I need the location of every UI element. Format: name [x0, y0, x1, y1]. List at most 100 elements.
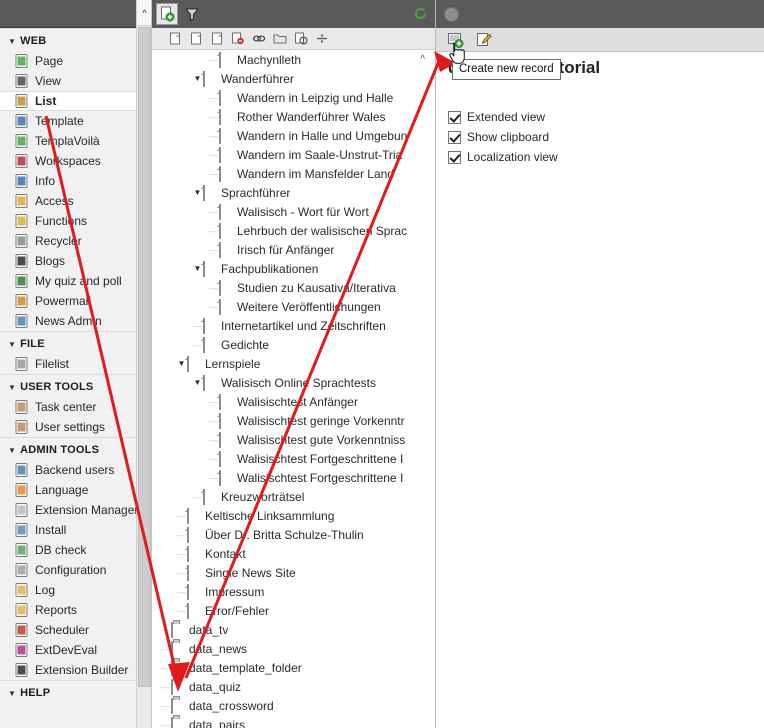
- page-tree-node[interactable]: — Rother Wanderführer Wales: [152, 107, 435, 126]
- page-tree-node[interactable]: ▼ Sprachführer: [152, 183, 435, 202]
- page-default-icon[interactable]: [164, 29, 185, 49]
- sidebar-item-task-center[interactable]: Task center: [0, 397, 151, 417]
- page-tree-node[interactable]: ▼ Wanderführer: [152, 69, 435, 88]
- sidebar-item-functions[interactable]: Functions: [0, 211, 151, 231]
- page-tree-node[interactable]: — Weitere Veröffentlichungen: [152, 297, 435, 316]
- tree-line: —: [209, 396, 218, 407]
- sidebar-item-backend-users[interactable]: Backend users: [0, 460, 151, 480]
- folder-icon[interactable]: [269, 29, 290, 49]
- sidebar-item-list[interactable]: List: [0, 91, 151, 111]
- page-tree-node[interactable]: — Internetartikel und Zeitschriften: [152, 316, 435, 335]
- sidebar-item-news-admin[interactable]: News Admin: [0, 311, 151, 331]
- option-extended-view[interactable]: Extended view: [448, 110, 558, 124]
- option-localization-view[interactable]: Localization view: [448, 150, 558, 164]
- page-tree-node[interactable]: — data_template_folder: [152, 658, 435, 677]
- module-section-help[interactable]: ▼ HELP: [0, 680, 151, 703]
- page-tree-node[interactable]: — Wandern in Halle und Umgebun: [152, 126, 435, 145]
- sidebar-item-blogs[interactable]: Blogs: [0, 251, 151, 271]
- module-section-file[interactable]: ▼ FILE: [0, 331, 151, 354]
- page-tree-node[interactable]: — Walisischtest geringe Vorkenntr: [152, 411, 435, 430]
- sidebar-item-install[interactable]: Install: [0, 520, 151, 540]
- new-page-icon[interactable]: [156, 3, 178, 25]
- page-recycler-icon[interactable]: [290, 29, 311, 49]
- sidebar-item-template[interactable]: Template: [0, 111, 151, 131]
- collapse-toggle-icon[interactable]: ▼: [192, 74, 203, 83]
- page-tree-node[interactable]: — Walisischtest Fortgeschrittene I: [152, 468, 435, 487]
- page-tree-node[interactable]: — Walisisch - Wort für Wort: [152, 202, 435, 221]
- page-tree-node[interactable]: — Über Dr. Britta Schulze-Thulin: [152, 525, 435, 544]
- sidebar-item-reports[interactable]: Reports: [0, 600, 151, 620]
- page-shortcut-icon[interactable]: [185, 29, 206, 49]
- page-tree-node[interactable]: — Wandern im Saale-Unstrut-Tria: [152, 145, 435, 164]
- page-tree-node[interactable]: — Walisischtest gute Vorkenntniss: [152, 430, 435, 449]
- checkbox[interactable]: [448, 110, 461, 124]
- help-icon[interactable]: [444, 6, 459, 22]
- page-tree-node[interactable]: — data_crossword: [152, 696, 435, 715]
- filter-icon[interactable]: [181, 3, 203, 25]
- page-tree-node[interactable]: — Irisch für Anfänger: [152, 240, 435, 259]
- page-tree-node[interactable]: — data_news: [152, 639, 435, 658]
- sidebar-item-recycler[interactable]: Recycler: [0, 231, 151, 251]
- sidebar-item-info[interactable]: Info: [0, 171, 151, 191]
- checkbox[interactable]: [448, 130, 461, 144]
- page-tree-node[interactable]: — data_tv: [152, 620, 435, 639]
- page-tree-node[interactable]: ▼ Lernspiele: [152, 354, 435, 373]
- tree-scroll-up-icon[interactable]: ^: [420, 54, 425, 65]
- refresh-icon[interactable]: [414, 7, 427, 23]
- module-menu-scrollbar[interactable]: ^: [136, 0, 151, 728]
- sidebar-item-view[interactable]: View: [0, 71, 151, 91]
- page-tree-node[interactable]: — Machynlleth: [152, 50, 435, 69]
- sidebar-item-access[interactable]: Access: [0, 191, 151, 211]
- sidebar-item-page[interactable]: Page: [0, 51, 151, 71]
- edit-page-properties-icon[interactable]: [471, 30, 495, 50]
- page-not-in-menu-icon[interactable]: [227, 29, 248, 49]
- sidebar-item-scheduler[interactable]: Scheduler: [0, 620, 151, 640]
- page-tree-node[interactable]: — Kontakt: [152, 544, 435, 563]
- sidebar-item-workspaces[interactable]: Workspaces: [0, 151, 151, 171]
- collapse-toggle-icon[interactable]: ▼: [176, 359, 187, 368]
- sidebar-item-my-quiz-and-poll[interactable]: My quiz and poll: [0, 271, 151, 291]
- collapse-toggle-icon[interactable]: ▼: [192, 188, 203, 197]
- page-tree-node[interactable]: — Impressum: [152, 582, 435, 601]
- sidebar-item-templavoil[interactable]: TemplaVoilà: [0, 131, 151, 151]
- sidebar-item-db-check[interactable]: DB check: [0, 540, 151, 560]
- sidebar-item-log[interactable]: Log: [0, 580, 151, 600]
- page-tree-node[interactable]: — Wandern in Leipzig und Halle: [152, 88, 435, 107]
- collapse-toggle-icon[interactable]: ▼: [192, 264, 203, 273]
- page-tree-node[interactable]: — Keltische Linksammlung: [152, 506, 435, 525]
- page-external-url-icon[interactable]: [248, 29, 269, 49]
- sidebar-item-powermail[interactable]: Powermail: [0, 291, 151, 311]
- page-tree-node[interactable]: — Walisischtest Fortgeschrittene I: [152, 449, 435, 468]
- page-tree-node[interactable]: — Single News Site: [152, 563, 435, 582]
- sidebar-item-user-settings[interactable]: User settings: [0, 417, 151, 437]
- page-tree-body[interactable]: ^ — Machynlleth ▼ Wanderführer — Wandern in L…: [152, 50, 435, 728]
- collapse-toggle-icon[interactable]: ▼: [192, 378, 203, 387]
- page-tree-node[interactable]: — data_pairs: [152, 715, 435, 728]
- page-tree-node[interactable]: ▼ Fachpublikationen: [152, 259, 435, 278]
- page-tree-node[interactable]: — Wandern im Mansfelder Land: [152, 164, 435, 183]
- page-tree-node[interactable]: — Walisischtest Anfänger: [152, 392, 435, 411]
- page-separator-icon[interactable]: [311, 29, 332, 49]
- module-section-web[interactable]: ▼ WEB: [0, 28, 151, 51]
- page-tree-node[interactable]: — Lehrbuch der walisischen Sprac: [152, 221, 435, 240]
- page-tree-node[interactable]: — Kreuzworträtsel: [152, 487, 435, 506]
- scrollbar-thumb[interactable]: [137, 27, 151, 687]
- page-tree-node[interactable]: — Studien zu Kausativa/Iterativa: [152, 278, 435, 297]
- module-section-user-tools[interactable]: ▼ USER TOOLS: [0, 374, 151, 397]
- page-icon: [203, 260, 218, 277]
- module-section-admin-tools[interactable]: ▼ ADMIN TOOLS: [0, 437, 151, 460]
- page-tree-node[interactable]: — data_quiz: [152, 677, 435, 696]
- page-link-icon[interactable]: [206, 29, 227, 49]
- checkbox[interactable]: [448, 150, 461, 164]
- option-show-clipboard[interactable]: Show clipboard: [448, 130, 558, 144]
- sidebar-item-configuration[interactable]: Configuration: [0, 560, 151, 580]
- page-tree-node[interactable]: — Error/Fehler: [152, 601, 435, 620]
- sidebar-item-extdeveval[interactable]: ExtDevEval: [0, 640, 151, 660]
- sidebar-item-filelist[interactable]: Filelist: [0, 354, 151, 374]
- page-tree-node[interactable]: — Gedichte: [152, 335, 435, 354]
- page-tree-node[interactable]: ▼ Walisisch Online Sprachtests: [152, 373, 435, 392]
- sidebar-item-extension-manager[interactable]: Extension Manager: [0, 500, 151, 520]
- scroll-up-icon[interactable]: ^: [137, 0, 151, 26]
- sidebar-item-language[interactable]: Language: [0, 480, 151, 500]
- sidebar-item-extension-builder[interactable]: Extension Builder: [0, 660, 151, 680]
